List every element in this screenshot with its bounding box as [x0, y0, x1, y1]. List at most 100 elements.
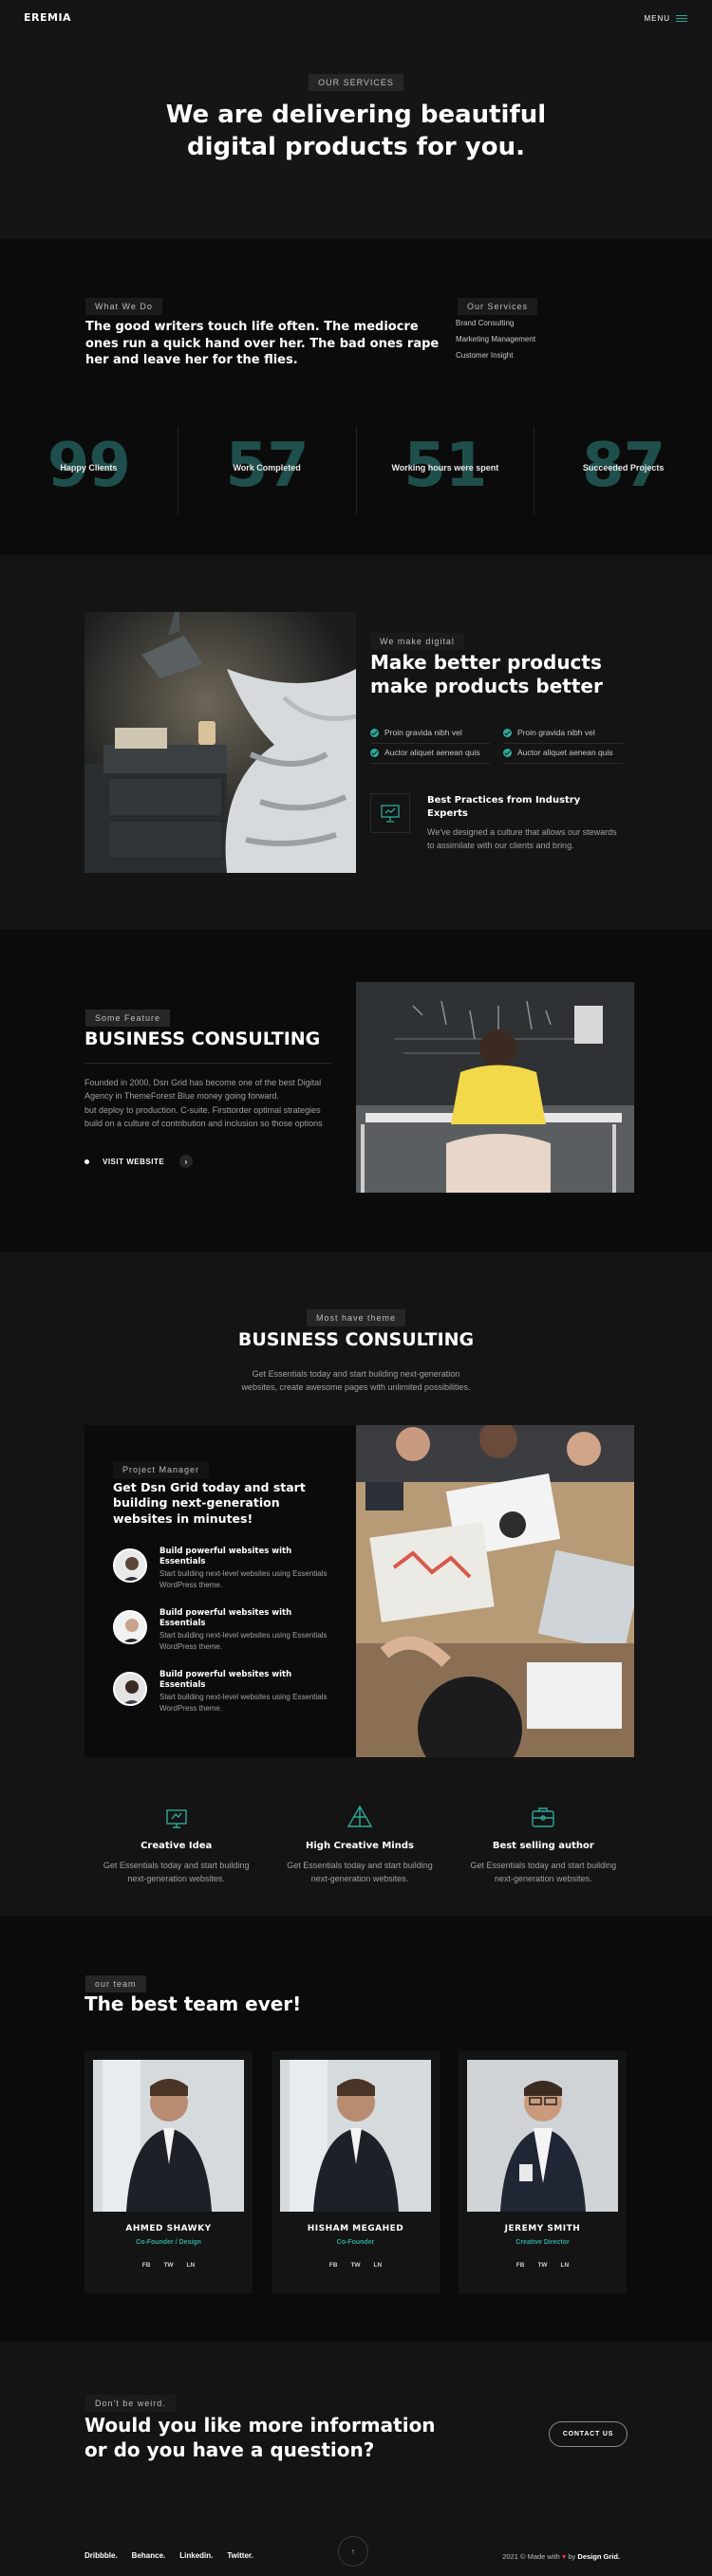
hero-title: We are delivering beautiful digital prod…: [0, 100, 712, 164]
team-social-links: FB TW LN: [272, 2262, 440, 2269]
feature-title: Best selling author: [492, 1841, 594, 1851]
project-manager-card: Project Manager Get Dsn Grid today and s…: [84, 1425, 356, 1757]
team-title: The best team ever!: [84, 1992, 302, 2015]
check-label: Auctor aliquet aenean quis: [517, 748, 613, 758]
team-card[interactable]: HISHAM MEGAHED Co-Founder FB TW LN: [272, 2051, 440, 2293]
stat-succeeded-projects: 87 Succeeded Projects: [534, 427, 712, 514]
feature-creative-idea: Creative Idea Get Essentials today and s…: [84, 1803, 268, 1886]
team-member-photo: [93, 2060, 244, 2212]
bc2-subtitle: Get Essentials today and start building …: [241, 1369, 471, 1393]
twitter-link[interactable]: TW: [350, 2262, 360, 2269]
check-icon: [370, 749, 379, 758]
feature-title: BUSINESS CONSULTING: [84, 1029, 321, 1049]
workspace-image: [356, 982, 634, 1193]
contact-section: Don't be weird. Would you like more info…: [0, 2342, 712, 2576]
facebook-link[interactable]: FB: [516, 2262, 525, 2269]
logo[interactable]: EREMIA: [24, 11, 71, 24]
stats-row: 99 Happy Clients 57 Work Completed 51 Wo…: [0, 427, 712, 514]
feature-text: Get Essentials today and start building …: [470, 1861, 617, 1884]
twitter-link[interactable]: Twitter.: [227, 2551, 253, 2560]
team-member-role: Co-Founder / Design: [136, 2239, 201, 2246]
team-member-name: AHMED SHAWKY: [125, 2224, 212, 2233]
avatar: [113, 1610, 147, 1644]
linkedin-link[interactable]: LN: [561, 2262, 570, 2269]
visit-website-link[interactable]: VISIT WEBSITE ›: [84, 1155, 194, 1168]
linkedin-link[interactable]: Linkedin.: [179, 2551, 213, 2560]
team-social-links: FB TW LN: [459, 2262, 627, 2269]
check-label: Auctor aliquet aenean quis: [384, 748, 480, 758]
better-title-line1: Make better products: [370, 651, 602, 674]
check-item: Auctor aliquet aenean quis: [370, 744, 490, 765]
facebook-link[interactable]: FB: [329, 2262, 338, 2269]
feature-paragraph: but deploy to production. C-suite. First…: [84, 1105, 323, 1129]
twitter-link[interactable]: TW: [537, 2262, 547, 2269]
chevron-right-icon: ›: [179, 1155, 194, 1168]
feature-section: Some Feature BUSINESS CONSULTING Founded…: [0, 930, 712, 1252]
feature-title: High Creative Minds: [306, 1841, 414, 1851]
contact-pill: Don't be weird.: [85, 2395, 176, 2412]
pm-item-text: Start building next-level websites using…: [159, 1569, 328, 1590]
what-we-do-pill: What We Do: [85, 298, 162, 315]
dribbble-link[interactable]: Dribbble.: [84, 2551, 118, 2560]
avatar: [113, 1548, 147, 1583]
stat-label: Succeeded Projects: [582, 463, 665, 473]
team-member-photo: [467, 2060, 618, 2212]
features-row: Creative Idea Get Essentials today and s…: [84, 1803, 635, 1886]
facebook-link[interactable]: FB: [142, 2262, 151, 2269]
stat-label: Working hours were spent: [391, 463, 499, 473]
team-card[interactable]: JEREMY SMITH Creative Director FB TW LN: [459, 2051, 627, 2293]
stat-happy-clients: 99 Happy Clients: [0, 427, 178, 514]
linkedin-link[interactable]: LN: [187, 2262, 196, 2269]
check-item: Auctor aliquet aenean quis: [503, 744, 623, 765]
check-label: Proin gravida nibh vel: [384, 728, 462, 737]
creative-idea-icon: [84, 1803, 268, 1831]
check-icon: [370, 729, 379, 737]
contact-title: Would you like more information or do yo…: [84, 2413, 464, 2462]
menu-button[interactable]: MENU: [644, 13, 687, 24]
check-item: Proin gravida nibh vel: [370, 724, 490, 745]
hero-section: EREMIA MENU OUR SERVICES We are deliveri…: [0, 0, 712, 239]
team-pill: our team: [85, 1975, 146, 1992]
presentation-icon: [370, 793, 410, 833]
team-member-name: JEREMY SMITH: [504, 2224, 581, 2233]
service-item[interactable]: Brand Consulting: [456, 319, 535, 327]
behance-link[interactable]: Behance.: [132, 2551, 166, 2560]
check-label: Proin gravida nibh vel: [517, 728, 595, 737]
better-title-line2: make products better: [370, 675, 603, 697]
service-item[interactable]: Marketing Management: [456, 335, 535, 343]
team-member-photo: [280, 2060, 431, 2212]
hero-title-line1: We are delivering beautiful: [165, 101, 547, 129]
what-we-do-text: The good writers touch life often. The m…: [85, 320, 440, 368]
bullet-icon: [84, 1158, 89, 1164]
copyright-text: 2021 © Made with: [502, 2552, 560, 2561]
page: EREMIA MENU OUR SERVICES We are deliveri…: [0, 0, 712, 2576]
divider: [84, 1063, 331, 1064]
bedroom-lamp-image: [84, 612, 356, 873]
what-we-do-section: What We Do The good writers touch life o…: [0, 239, 712, 555]
feature-checklist: Proin gravida nibh vel Proin gravida nib…: [370, 724, 623, 765]
team-member-role: Creative Director: [515, 2239, 570, 2246]
bc2-pill: Most have theme: [306, 1309, 406, 1326]
project-manager-pill: Project Manager: [113, 1461, 210, 1478]
best-practices-text: We've designed a culture that allows our…: [427, 827, 617, 851]
team-member-role: Co-Founder: [336, 2239, 375, 2246]
arrow-up-icon: ↑: [350, 2547, 356, 2556]
services-list: Brand Consulting Marketing Management Cu…: [456, 319, 535, 367]
stat-working-hours: 51 Working hours were spent: [357, 427, 535, 514]
twitter-link[interactable]: TW: [163, 2262, 173, 2269]
scroll-to-top-button[interactable]: ↑: [338, 2536, 368, 2567]
hamburger-icon: [676, 13, 687, 24]
linkedin-link[interactable]: LN: [374, 2262, 383, 2269]
feature-high-creative-minds: High Creative Minds Get Essentials today…: [268, 1803, 451, 1886]
project-manager-title: Get Dsn Grid today and start building ne…: [113, 1480, 306, 1526]
team-social-links: FB TW LN: [84, 2262, 253, 2269]
copyright-by: by: [568, 2552, 576, 2561]
team-section: our team The best team ever! AHMED SHAWK…: [0, 1917, 712, 2342]
copyright: 2021 © Made with ♥ by Design Grid.: [502, 2552, 620, 2561]
team-card[interactable]: AHMED SHAWKY Co-Founder / Design FB TW L…: [84, 2051, 253, 2293]
contact-us-button[interactable]: CONTACT US: [549, 2421, 628, 2447]
copyright-brand[interactable]: Design Grid.: [577, 2552, 620, 2561]
service-item[interactable]: Customer Insight: [456, 351, 535, 360]
contact-title-line2: or do you have a question?: [84, 2438, 375, 2461]
stat-work-completed: 57 Work Completed: [178, 427, 357, 514]
